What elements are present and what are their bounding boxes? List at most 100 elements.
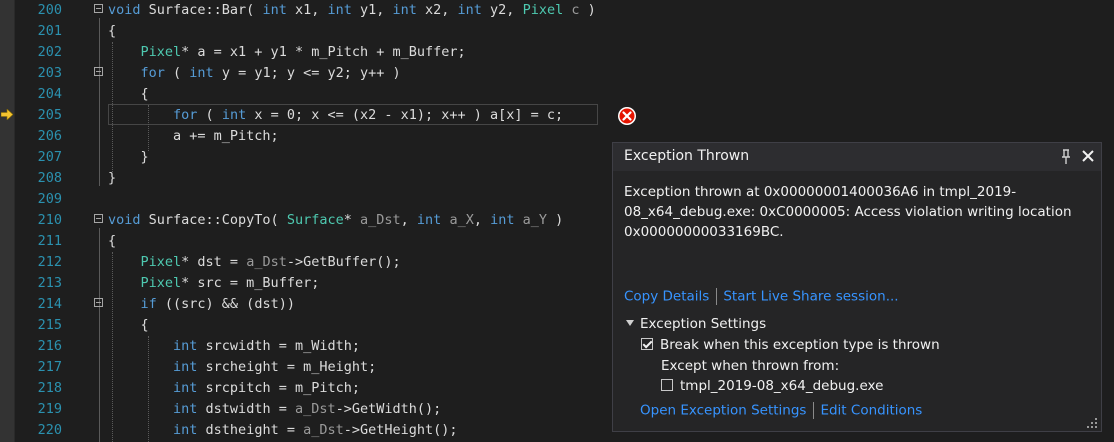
code-token: Pixel <box>522 2 564 18</box>
line-number: 217 <box>37 359 62 375</box>
code-token: dstwidth = <box>197 401 295 417</box>
code-token: int <box>262 2 287 18</box>
code-token: for <box>173 107 198 123</box>
code-token: a_Dst <box>246 254 287 270</box>
code-line[interactable]: 202 Pixel* a = x1 + y1 * m_Pitch + m_Buf… <box>0 42 1114 63</box>
line-number: 206 <box>37 128 62 144</box>
code-token: srcwidth = m_Width; <box>197 338 360 354</box>
link-separator <box>716 288 718 305</box>
open-exception-settings-link[interactable]: Open Exception Settings <box>640 403 806 419</box>
code-text: int srcwidth = m_Width; <box>108 336 360 357</box>
code-token: { <box>108 23 117 39</box>
copy-details-link[interactable]: Copy Details <box>624 289 709 305</box>
code-token: a += m_Pitch; <box>108 128 279 144</box>
exception-error-icon[interactable] <box>617 106 637 126</box>
code-line[interactable]: 201 { <box>0 21 1114 42</box>
break-when-thrown-option[interactable]: Break when this exception type is thrown <box>641 337 940 353</box>
code-token: * dst = <box>181 254 247 270</box>
settings-actions: Open Exception Settings Edit Conditions <box>640 402 922 419</box>
code-token: void <box>108 2 141 18</box>
code-token: Surface <box>286 212 344 228</box>
code-text: int srcpitch = m_Pitch; <box>108 378 360 399</box>
code-text: { <box>108 231 116 252</box>
code-token: y2, <box>481 2 523 18</box>
code-token: Surface::Bar( <box>140 2 263 18</box>
code-line[interactable]: 205 for ( int x = 0; x <= (x2 - x1); x++… <box>0 105 1114 126</box>
line-number: 212 <box>37 254 62 270</box>
code-token: int <box>173 422 198 438</box>
code-text: int srcheight = m_Height; <box>108 357 376 378</box>
exclusion-module-checkbox[interactable] <box>661 379 673 391</box>
code-token: int <box>189 65 214 81</box>
code-token: int <box>392 2 417 18</box>
code-token: a_Dst <box>294 401 336 417</box>
line-number: 209 <box>37 191 62 207</box>
edit-conditions-link[interactable]: Edit Conditions <box>820 403 922 419</box>
code-token: int <box>416 212 442 228</box>
code-token: } <box>108 149 149 165</box>
code-text: { <box>108 21 116 42</box>
code-token: x = 0; x <= (x2 - x1); x++ ) a[x] = c; <box>246 107 564 123</box>
code-text: int dstheight = a_Dst->GetHeight(); <box>108 420 458 441</box>
code-token: Pixel <box>140 44 182 60</box>
code-token: a_X <box>449 212 474 228</box>
code-token: dstheight = <box>197 422 304 438</box>
line-number: 205 <box>37 107 62 123</box>
fold-toggle-icon[interactable] <box>94 214 103 223</box>
code-text: Pixel* src = m_Buffer; <box>108 273 320 294</box>
line-number: 200 <box>37 2 62 18</box>
code-token: int <box>173 401 198 417</box>
code-line[interactable]: 203 for ( int y = y1; y <= y2; y++ ) <box>0 63 1114 84</box>
code-token: Surface::CopyTo( <box>140 212 287 228</box>
code-token: int <box>327 2 352 18</box>
code-line[interactable]: 200 void Surface::Bar( int x1, int y1, in… <box>0 0 1114 21</box>
code-token: srcheight = m_Height; <box>197 359 377 375</box>
line-number: 210 <box>37 212 62 228</box>
line-number: 208 <box>37 170 62 186</box>
code-token: , <box>400 212 417 228</box>
line-number: 203 <box>37 65 62 81</box>
code-text: void Surface::CopyTo( Surface* a_Dst, in… <box>108 210 563 231</box>
code-token: int <box>173 359 198 375</box>
code-token: ->GetBuffer(); <box>286 254 401 270</box>
except-when-thrown-label: Except when thrown from: <box>661 358 840 374</box>
code-token: ( <box>197 107 222 123</box>
line-number: 220 <box>37 422 62 438</box>
code-text: if ((src) && (dst)) <box>108 294 295 315</box>
code-token: ( <box>164 65 190 81</box>
resize-grip-icon[interactable] <box>1087 418 1097 428</box>
triangle-expanded-icon[interactable] <box>626 320 634 326</box>
code-text: for ( int x = 0; x <= (x2 - x1); x++ ) a… <box>108 105 563 126</box>
code-token: x2, <box>416 2 458 18</box>
live-share-link[interactable]: Start Live Share session... <box>723 289 898 305</box>
code-text: int dstwidth = a_Dst->GetWidth(); <box>108 399 441 420</box>
fold-toggle-icon[interactable] <box>94 4 103 13</box>
code-token: * <box>343 212 360 228</box>
close-icon[interactable] <box>1080 148 1096 164</box>
fold-toggle-icon[interactable] <box>94 67 103 76</box>
pin-icon[interactable] <box>1059 149 1073 165</box>
break-when-thrown-checkbox[interactable] <box>641 338 653 350</box>
code-token: { <box>108 86 149 102</box>
code-token: y = y1; y <= y2; y++ ) <box>213 65 401 81</box>
popup-actions: Copy Details Start Live Share session... <box>624 288 899 305</box>
line-number: 216 <box>37 338 62 354</box>
exception-settings-header[interactable]: Exception Settings <box>626 316 766 332</box>
exclusion-module-option[interactable]: tmpl_2019-08_x64_debug.exe <box>661 378 883 394</box>
code-token: for <box>140 65 165 81</box>
code-token: * a = x1 + y1 * m_Pitch + m_Buffer; <box>181 44 466 60</box>
code-text: { <box>108 315 149 336</box>
code-text: } <box>108 168 116 189</box>
fold-toggle-icon[interactable] <box>94 298 103 307</box>
code-line[interactable]: 204 { <box>0 84 1114 105</box>
line-number: 202 <box>37 44 62 60</box>
line-number: 207 <box>37 149 62 165</box>
code-token: ->GetHeight(); <box>343 422 458 438</box>
code-token: int <box>221 107 247 123</box>
